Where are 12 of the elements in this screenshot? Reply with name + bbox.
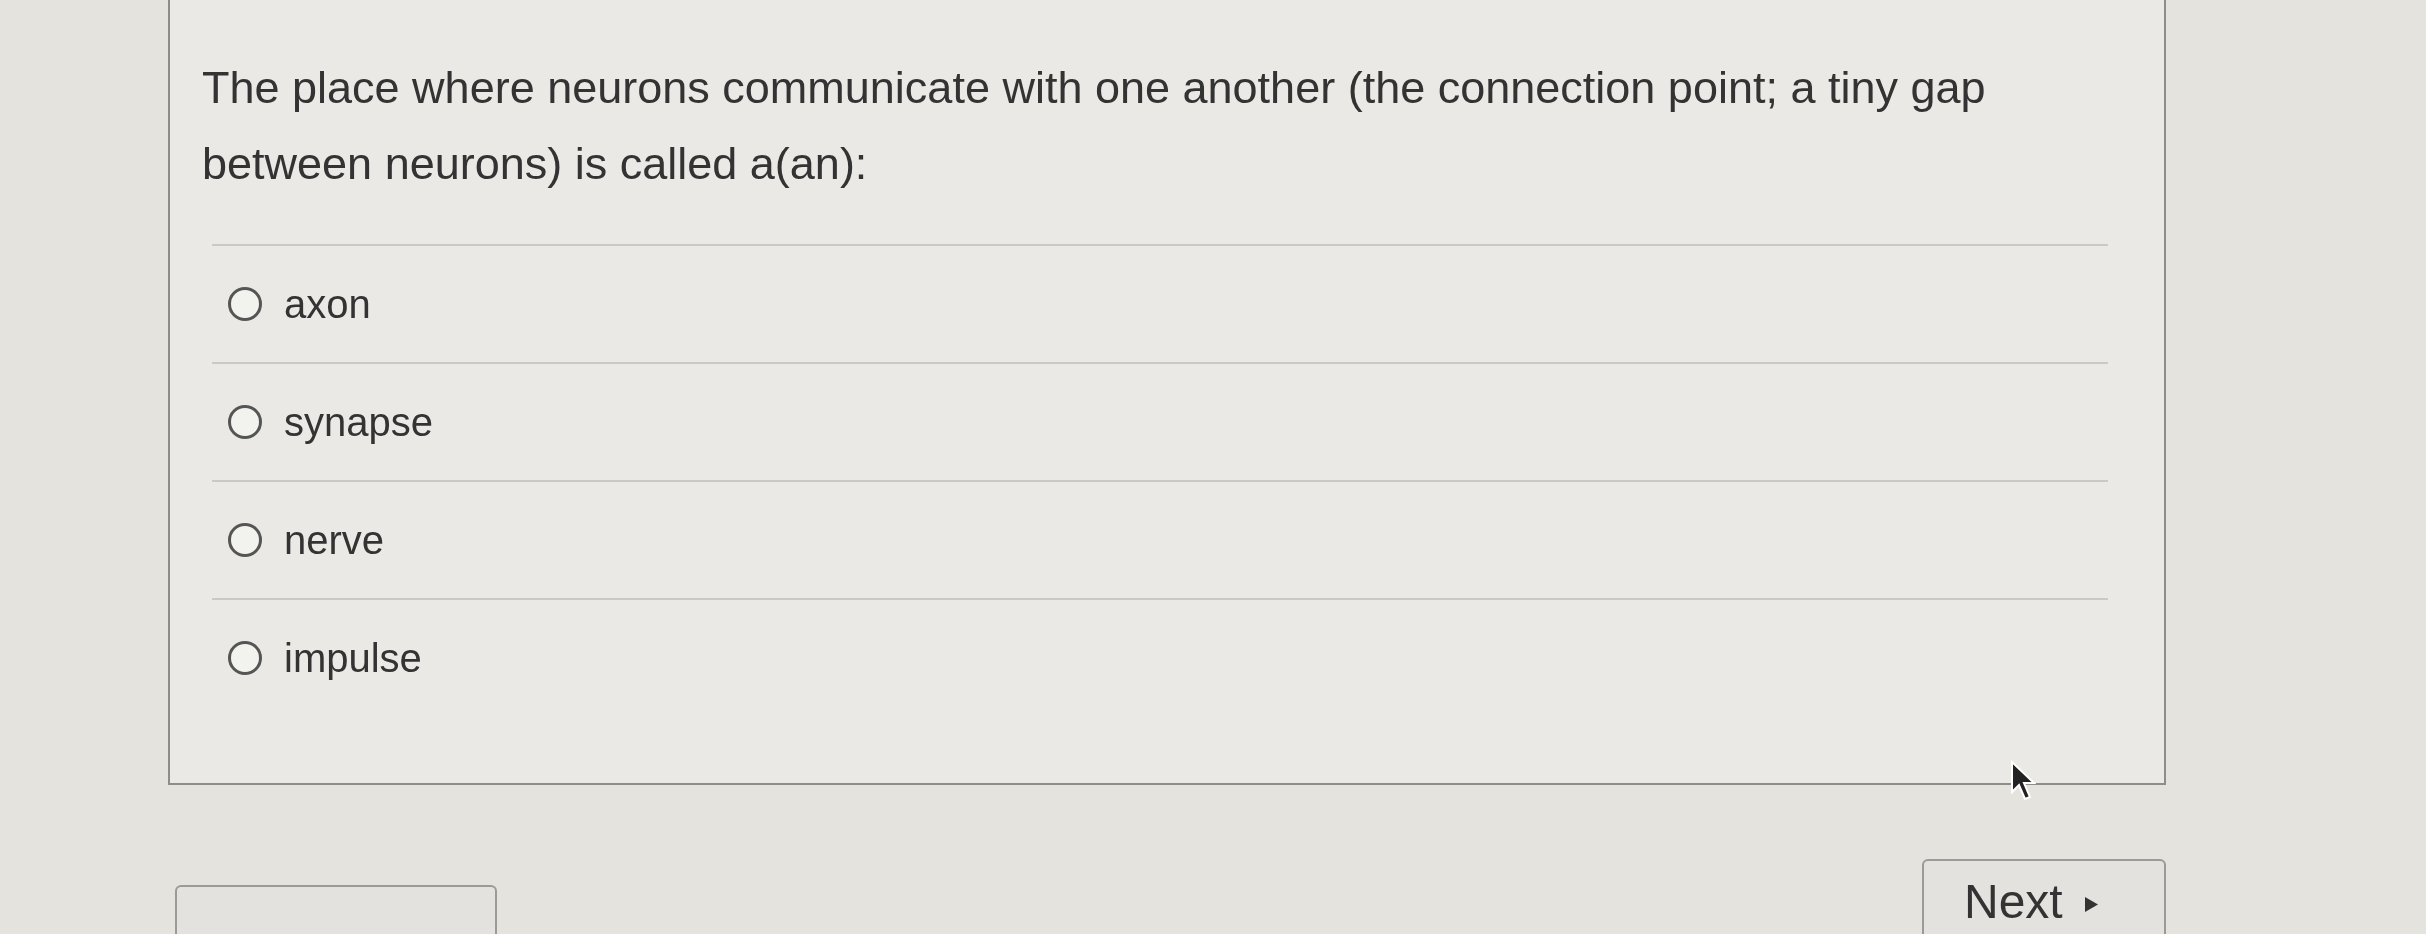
next-button[interactable]: Next — [1922, 859, 2166, 934]
radio-button[interactable] — [228, 641, 262, 675]
radio-button[interactable] — [228, 287, 262, 321]
option-label[interactable]: synapse — [284, 399, 433, 445]
option-label[interactable]: impulse — [284, 635, 422, 681]
radio-button[interactable] — [228, 523, 262, 557]
caret-icon — [2084, 897, 2098, 912]
option-label[interactable]: axon — [284, 281, 371, 327]
question-text: The place where neurons communicate with one another (the connection point; a tiny gap between neurons) is called a(an): — [202, 61, 1987, 191]
option-label[interactable]: nerve — [284, 517, 385, 563]
radio-button[interactable] — [228, 405, 262, 439]
pointer-icon — [2010, 760, 2036, 802]
